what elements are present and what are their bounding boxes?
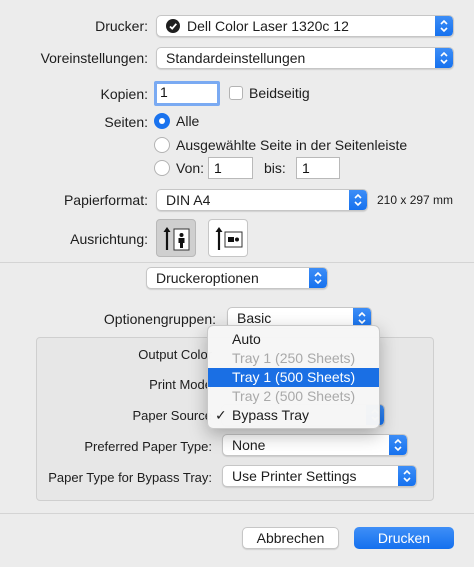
portrait-orientation-icon xyxy=(163,227,190,251)
menu-item-label: Tray 2 (500 Sheets) xyxy=(232,388,356,404)
option-groups-value: Basic xyxy=(237,310,272,326)
presets-label: Voreinstellungen: xyxy=(40,50,148,66)
pages-label: Seiten: xyxy=(104,114,148,130)
paper-source-menu: Auto Tray 1 (250 Sheets) Tray 1 (500 She… xyxy=(207,325,380,429)
duplex-checkbox[interactable] xyxy=(229,86,243,100)
print-mode-label: Print Mode xyxy=(149,377,212,392)
menu-item-tray1-500[interactable]: Tray 1 (500 Sheets) xyxy=(208,368,379,387)
pages-all-radio[interactable] xyxy=(154,113,170,129)
section-value: Druckeroptionen xyxy=(156,270,259,286)
preferred-paper-type-label: Preferred Paper Type: xyxy=(84,439,212,454)
footer-divider xyxy=(0,513,474,514)
menu-item-label: Auto xyxy=(232,331,261,347)
printer-popup[interactable]: Dell Color Laser 1320c 12 xyxy=(156,15,454,37)
preferred-paper-type-value: None xyxy=(232,437,266,453)
chevron-updown-icon xyxy=(398,466,416,486)
pages-from-field[interactable]: 1 xyxy=(208,157,253,179)
printer-label: Drucker: xyxy=(95,18,148,34)
option-groups-label: Optionengruppen: xyxy=(103,311,216,327)
menu-item-tray2-500: Tray 2 (500 Sheets) xyxy=(208,387,379,406)
pages-selected-radio[interactable] xyxy=(154,137,170,153)
paper-source-label: Paper Source xyxy=(132,408,213,423)
menu-item-bypass-tray[interactable]: ✓ Bypass Tray xyxy=(208,406,379,425)
pages-all-label: Alle xyxy=(176,113,200,129)
bypass-paper-type-label: Paper Type for Bypass Tray: xyxy=(48,470,212,485)
orientation-portrait-button[interactable] xyxy=(156,219,196,257)
orientation-label: Ausrichtung: xyxy=(70,231,148,247)
pages-selected-label: Ausgewählte Seite in der Seitenleiste xyxy=(176,137,408,153)
chevron-updown-icon xyxy=(435,48,453,68)
paper-size-dimensions: 210 x 297 mm xyxy=(377,193,454,207)
chevron-updown-icon xyxy=(349,190,367,210)
pages-to-field[interactable]: 1 xyxy=(296,157,340,179)
pages-from-label: Von: xyxy=(176,160,205,176)
menu-item-tray1-250: Tray 1 (250 Sheets) xyxy=(208,349,379,368)
section-popup[interactable]: Druckeroptionen xyxy=(146,267,328,289)
chevron-updown-icon xyxy=(309,268,327,288)
pages-to-label: bis: xyxy=(264,160,286,176)
copies-field[interactable]: 1 xyxy=(154,81,220,106)
bypass-paper-type-popup[interactable]: Use Printer Settings xyxy=(222,465,417,487)
paper-size-value: DIN A4 xyxy=(166,192,211,208)
printer-status-icon xyxy=(166,19,180,33)
menu-item-label: Bypass Tray xyxy=(232,407,310,423)
cancel-button[interactable]: Abbrechen xyxy=(242,527,339,549)
duplex-label: Beidseitig xyxy=(249,85,310,101)
bypass-paper-type-value: Use Printer Settings xyxy=(232,468,357,484)
print-button[interactable]: Drucken xyxy=(354,527,454,549)
menu-item-label: Tray 1 (250 Sheets) xyxy=(232,350,356,366)
output-color-label: Output Color xyxy=(138,347,212,362)
section-divider xyxy=(0,262,474,263)
landscape-orientation-icon xyxy=(215,227,243,250)
paper-size-popup[interactable]: DIN A4 xyxy=(156,189,368,211)
orientation-landscape-button[interactable] xyxy=(208,219,248,257)
pages-range-radio[interactable] xyxy=(154,160,170,176)
chevron-updown-icon xyxy=(435,16,453,36)
chevron-updown-icon xyxy=(389,435,407,455)
paper-size-label: Papierformat: xyxy=(63,192,148,208)
menu-item-label: Tray 1 (500 Sheets) xyxy=(232,369,356,385)
printer-value: Dell Color Laser 1320c 12 xyxy=(187,18,349,34)
preferred-paper-type-popup[interactable]: None xyxy=(222,434,408,456)
presets-popup[interactable]: Standardeinstellungen xyxy=(156,47,454,69)
checkmark-icon: ✓ xyxy=(215,407,227,423)
presets-value: Standardeinstellungen xyxy=(166,50,306,66)
copies-label: Kopien: xyxy=(100,86,148,102)
menu-item-auto[interactable]: Auto xyxy=(208,330,379,349)
